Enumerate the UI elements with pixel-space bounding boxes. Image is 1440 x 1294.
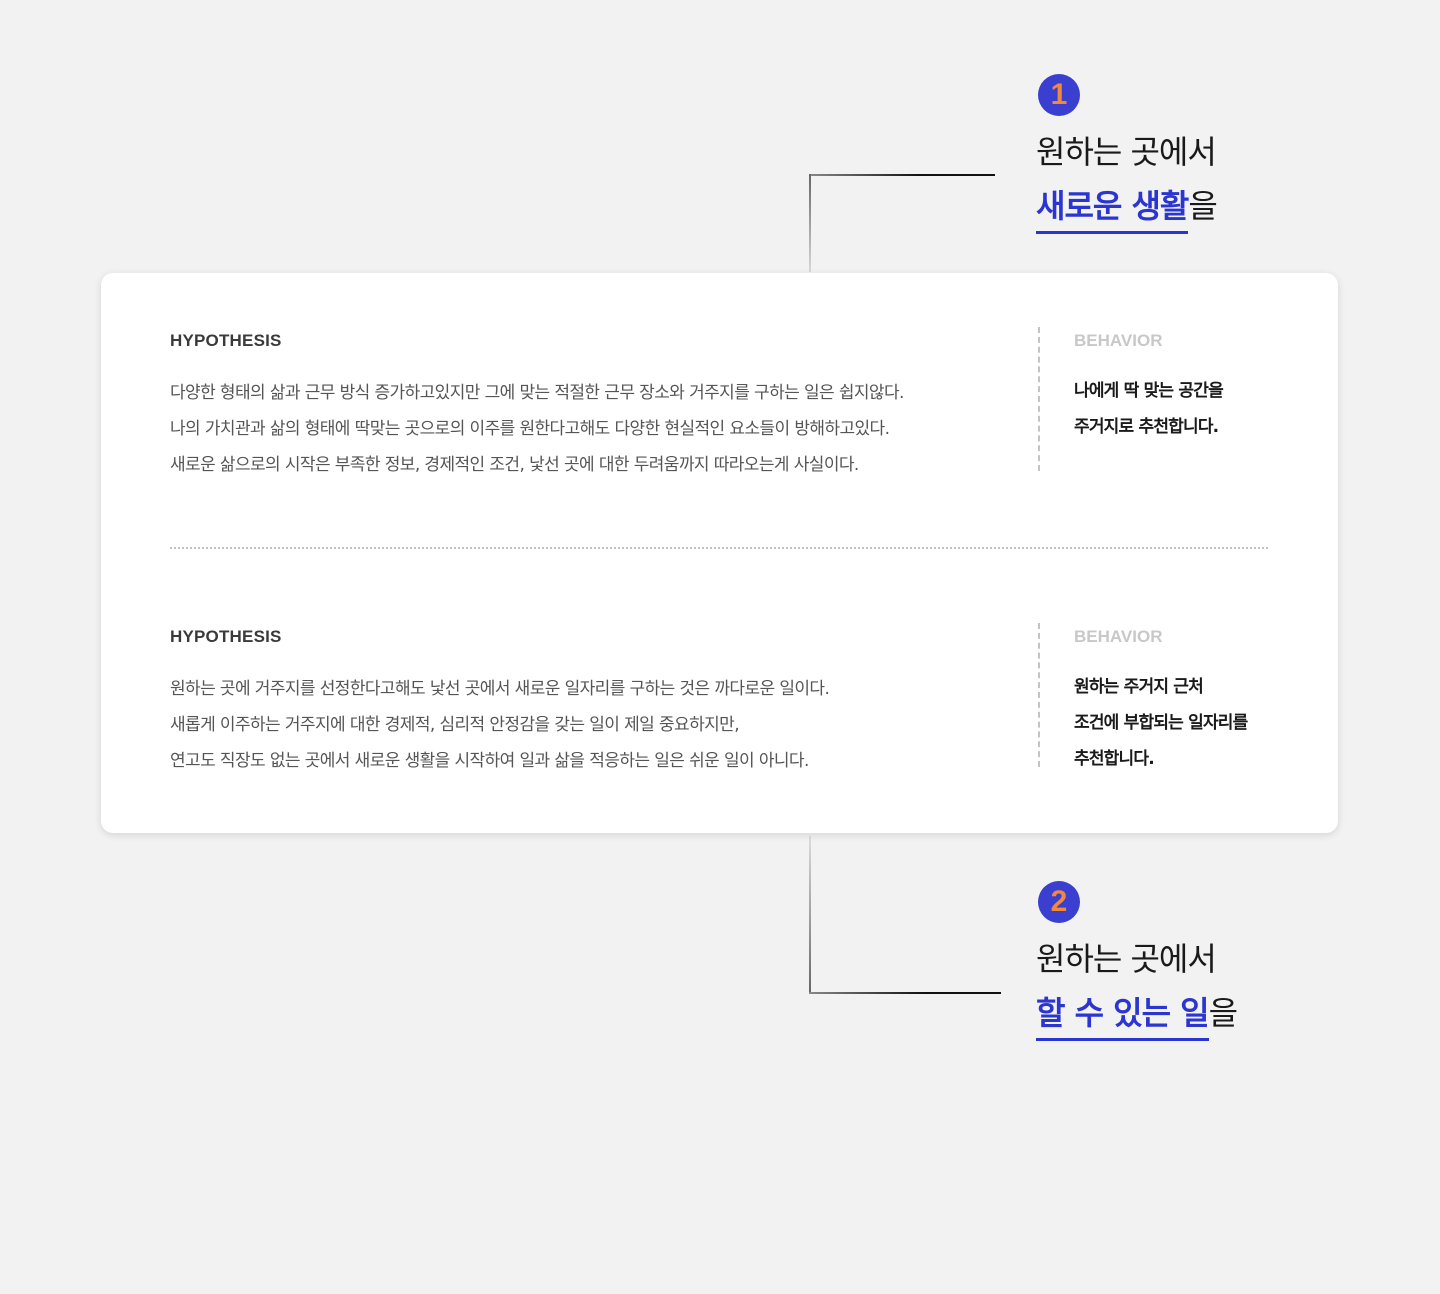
connector-line-top-horizontal xyxy=(809,174,995,176)
step-number: 2 xyxy=(1050,885,1068,918)
callout-suffix: 을 xyxy=(1188,187,1217,225)
section-row: HYPOTHESIS 원하는 곳에 거주지를 선정한다고해도 낯선 곳에서 새로… xyxy=(170,623,1270,779)
behavior-label: BEHAVIOR xyxy=(1074,627,1163,646)
behavior-text: 원하는 주거지 근처 조건에 부합되는 일자리를 추천합니다. xyxy=(1074,669,1314,777)
step-number-badge: 2 xyxy=(1038,881,1080,923)
behavior-line: 추천합니다. xyxy=(1074,749,1155,769)
callout-heading: 원하는 곳에서 xyxy=(1036,940,1217,978)
callout-subheading: 새로운 생활을 xyxy=(1036,186,1218,234)
callout-highlight: 새로운 생활 xyxy=(1036,187,1189,234)
behavior-text: 나에게 딱 맞는 공간을 주거지로 추천합니다. xyxy=(1074,373,1314,445)
callout-2: 2 원하는 곳에서 할 수 있는 일을 xyxy=(1036,881,1238,1041)
step-number: 1 xyxy=(1050,78,1068,111)
section-divider xyxy=(170,547,1268,549)
step-number-badge: 1 xyxy=(1038,74,1080,116)
behavior-line: 주거지로 추천합니다. xyxy=(1074,417,1219,437)
callout-subheading: 할 수 있는 일을 xyxy=(1036,993,1238,1041)
callout-heading: 원하는 곳에서 xyxy=(1036,133,1217,171)
behavior-line: 나에게 딱 맞는 공간을 xyxy=(1074,381,1224,401)
connector-line-bottom-vertical xyxy=(809,836,811,994)
callout-1: 1 원하는 곳에서 새로운 생활을 xyxy=(1036,74,1218,234)
callout-highlight: 할 수 있는 일 xyxy=(1036,994,1210,1041)
behavior-column: BEHAVIOR 나에게 딱 맞는 공간을 주거지로 추천합니다. xyxy=(1038,327,1314,471)
section-row: HYPOTHESIS 다양한 형태의 삶과 근무 방식 증가하고있지만 그에 맞… xyxy=(170,327,1270,483)
connector-line-bottom-horizontal xyxy=(809,992,1001,994)
hypothesis-behavior-card: HYPOTHESIS 다양한 형태의 삶과 근무 방식 증가하고있지만 그에 맞… xyxy=(101,273,1338,833)
behavior-column: BEHAVIOR 원하는 주거지 근처 조건에 부합되는 일자리를 추천합니다. xyxy=(1038,623,1314,769)
behavior-line: 조건에 부합되는 일자리를 xyxy=(1074,713,1248,733)
behavior-label: BEHAVIOR xyxy=(1074,331,1163,350)
connector-line-top-vertical xyxy=(809,174,811,272)
behavior-line: 원하는 주거지 근처 xyxy=(1074,677,1204,697)
callout-suffix: 을 xyxy=(1208,994,1238,1032)
